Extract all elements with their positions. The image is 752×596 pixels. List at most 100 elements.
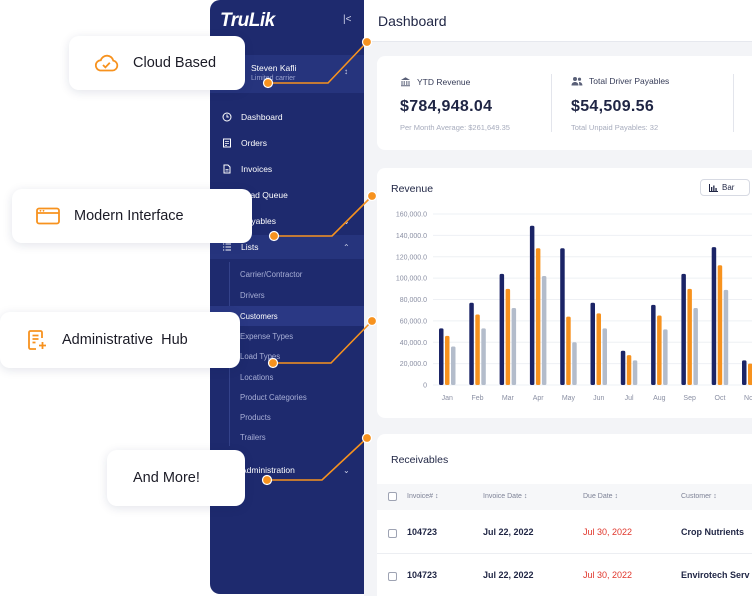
sidebar-item-orders[interactable]: Orders [210,131,364,155]
y-tick-label: 100,000.0 [396,276,427,283]
bar-feb-series-3[interactable] [481,328,486,385]
sidebar-item-label: Orders [241,138,267,148]
sidebar-subitem-carrier[interactable]: Carrier/Contractor [210,264,364,284]
due-date: Jul 30, 2022 [583,570,633,580]
receivables-card: Receivables Invoice# ↕ Invoice Date ↕ Du… [377,434,752,596]
divider [551,74,552,132]
cloud-check-icon [93,54,119,72]
y-tick-label: 60,000.0 [400,318,427,325]
y-tick-label: 20,000.0 [400,361,427,368]
bar-mar-series-3[interactable] [511,308,517,385]
column-header[interactable]: Due Date ↕ [583,493,618,500]
chevron-updown-icon: ↕ [344,67,348,76]
bar-jul-series-3[interactable] [632,360,638,385]
stage: TruLik |< Steven Kafli Limited carrier ↕… [0,0,752,596]
bar-feb-series-2[interactable] [475,314,480,385]
bar-jul-series-1[interactable] [620,350,626,385]
bar-mar-series-2[interactable] [505,288,511,385]
x-tick-label: Jul [625,395,634,402]
callout-label: Cloud Based [133,55,217,71]
bar-apr-series-3[interactable] [541,275,547,385]
bank-icon [400,76,411,87]
bar-nov-series-2[interactable] [748,363,752,385]
users-icon [571,76,583,86]
bar-nov-series-1[interactable] [742,360,747,385]
divider [733,74,734,132]
column-header[interactable]: Invoice# ↕ [407,493,439,500]
bar-sep-series-2[interactable] [687,288,692,385]
stat-subtext: Per Month Average: $261,649.35 [400,123,510,132]
y-tick-label: 0 [423,383,427,390]
chevron-up-icon: ⌃ [343,242,350,252]
bar-aug-series-1[interactable] [651,304,656,385]
bar-aug-series-2[interactable] [657,315,662,385]
x-tick-label: Jun [593,395,604,402]
bar-jun-series-2[interactable] [596,313,602,385]
bar-apr-series-2[interactable] [535,248,541,385]
page-title: Dashboard [378,13,447,29]
bar-may-series-1[interactable] [560,248,565,385]
column-header[interactable]: Customer ↕ [681,493,717,500]
stat-value: $54,509.56 [571,98,655,115]
stats-card: YTD Revenue $784,948.04 Per Month Averag… [377,56,752,150]
sidebar-subitem-product-categories[interactable]: Product Categories [210,387,364,407]
main-content: Dashboard YTD Revenue $784,948.04 Per Mo… [364,0,752,596]
chevron-down-icon: ⌄ [343,465,350,475]
bar-jul-series-2[interactable] [626,355,632,385]
chevron-down-icon: ⌄ [343,216,350,226]
table-row[interactable]: 104723 Jul 22, 2022 Jul 30, 2022 Envirot… [377,555,752,596]
customer-name: Crop Nutrients [681,527,744,537]
bar-may-series-2[interactable] [566,316,571,385]
bar-jun-series-1[interactable] [590,302,596,385]
bar-sep-series-1[interactable] [681,273,686,385]
sidebar-item-invoices[interactable]: Invoices [210,157,364,181]
sidebar-item-dashboard[interactable]: Dashboard [210,105,364,129]
invoice-icon [221,163,233,175]
invoice-date: Jul 22, 2022 [483,527,534,537]
top-bar: Dashboard [364,0,752,42]
sidebar-subitem-products[interactable]: Products [210,407,364,427]
sidebar-item-label: Invoices [241,164,273,174]
callout-cloud-based: Cloud Based [69,36,245,90]
sidebar-item-label: Dashboard [241,112,283,122]
x-tick-label: Sep [683,395,696,402]
callout-label: Modern Interface [74,208,184,224]
row-checkbox[interactable] [388,529,397,538]
sidebar-subitem-trailers[interactable]: Trailers [210,427,364,447]
bar-oct-series-1[interactable] [711,247,717,385]
bar-may-series-3[interactable] [572,342,577,385]
table-row[interactable]: 104723 Jul 22, 2022 Jul 30, 2022 Crop Nu… [377,512,752,554]
row-checkbox[interactable] [388,572,397,581]
bar-apr-series-1[interactable] [529,225,535,385]
bar-jun-series-3[interactable] [602,328,608,385]
customer-name: Envirotech Serv [681,570,750,580]
bar-oct-series-2[interactable] [717,265,723,385]
bar-sep-series-3[interactable] [693,308,698,385]
bar-jan-series-3[interactable] [451,346,456,385]
bar-aug-series-3[interactable] [663,329,668,385]
sidebar-item-label: Administration [241,465,295,475]
app-logo: TruLik [220,10,275,31]
sidebar-subitem-locations[interactable]: Locations [210,367,364,387]
clock-icon [221,111,233,123]
invoice-date: Jul 22, 2022 [483,570,534,580]
due-date: Jul 30, 2022 [583,527,633,537]
bar-feb-series-1[interactable] [469,302,474,385]
column-header[interactable]: Invoice Date ↕ [483,493,527,500]
y-tick-label: 120,000.0 [396,254,427,261]
revenue-card: Revenue Bar 0 20,000.0 40,000.0 60,000.0 80,… [377,168,752,418]
x-tick-label: May [562,395,576,402]
stat-value: $784,948.04 [400,98,493,115]
select-all-checkbox[interactable] [388,492,397,501]
bar-oct-series-3[interactable] [723,289,729,385]
bar-jan-series-1[interactable] [439,328,444,385]
callout-modern-interface: Modern Interface [12,189,252,243]
x-tick-label: Oct [715,395,726,402]
bar-jan-series-2[interactable] [445,335,450,385]
y-tick-label: 160,000.0 [396,212,427,219]
x-tick-label: Jan [442,395,453,402]
collapse-icon[interactable]: |< [343,14,351,25]
sidebar-subitem-drivers[interactable]: Drivers [210,285,364,305]
invoice-number: 104723 [407,570,438,580]
bar-mar-series-1[interactable] [499,273,505,385]
